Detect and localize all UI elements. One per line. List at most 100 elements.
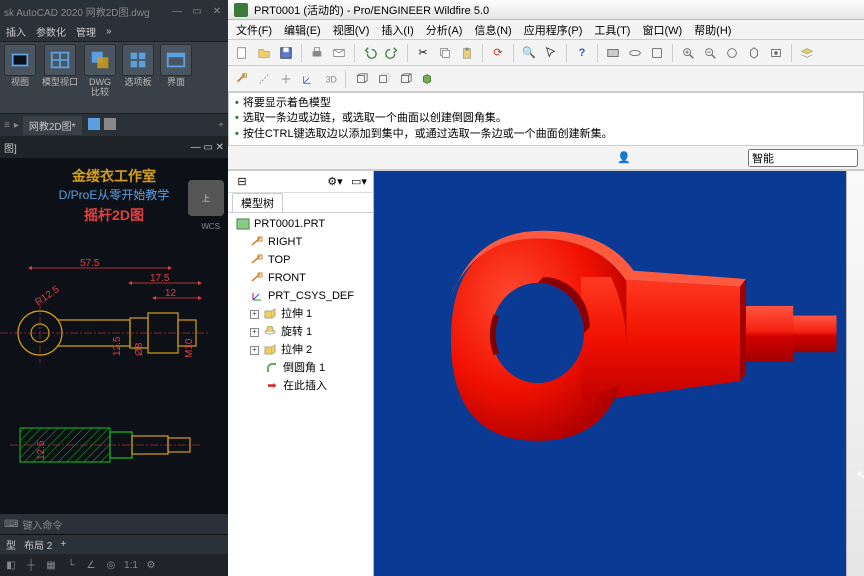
plane-display-icon[interactable] <box>232 69 252 89</box>
layout-tab[interactable]: 型 <box>6 537 16 552</box>
tree-feature[interactable]: + 旋转 1 <box>228 323 373 341</box>
copy-icon[interactable] <box>435 43 455 63</box>
maximize-icon[interactable]: ▭ <box>190 4 204 18</box>
restore-icon[interactable]: ▭ <box>203 142 212 153</box>
minimize-icon[interactable]: — <box>170 4 184 18</box>
doc-tab[interactable]: 网教2D图* <box>23 116 82 135</box>
layers-icon[interactable] <box>797 43 817 63</box>
osnap-icon[interactable]: ◎ <box>104 558 118 572</box>
grid-icon[interactable] <box>104 118 116 130</box>
saved-views-icon[interactable] <box>766 43 786 63</box>
point-display-icon[interactable] <box>276 69 296 89</box>
model-tree[interactable]: PRT0001.PRT RIGHT TOP FRONT PRT_CSYS_DEF <box>228 213 373 397</box>
close-icon[interactable]: ✕ <box>210 4 224 18</box>
tree-csys[interactable]: PRT_CSYS_DEF <box>228 287 373 305</box>
axis-display-icon[interactable] <box>254 69 274 89</box>
gear-icon[interactable]: ⚙ <box>144 558 158 572</box>
tree-datum[interactable]: FRONT <box>228 269 373 287</box>
minimize-icon[interactable]: — <box>191 142 201 153</box>
proe-3d-viewport[interactable]: ↖ <box>374 171 846 576</box>
tree-datum[interactable]: RIGHT <box>228 233 373 251</box>
tree-feature[interactable]: + 拉伸 1 <box>228 305 373 323</box>
selection-filter-input[interactable] <box>748 149 858 167</box>
new-icon[interactable] <box>232 43 252 63</box>
ribbon-group-dwgcompare[interactable]: DWG 比较 <box>82 44 118 98</box>
wireframe-icon[interactable] <box>351 69 371 89</box>
ribbon-group-view[interactable]: 视图 <box>2 44 38 88</box>
refit-icon[interactable] <box>722 43 742 63</box>
menu-analysis[interactable]: 分析(A) <box>422 22 467 38</box>
grid-icon[interactable] <box>88 118 100 130</box>
ribbon-tab[interactable]: 参数化 <box>36 24 66 39</box>
no-hidden-icon[interactable] <box>395 69 415 89</box>
ribbon-group-viewport[interactable]: 模型视口 <box>40 44 80 88</box>
annotation-display-icon[interactable]: 3D <box>320 69 340 89</box>
acad-drawing-canvas[interactable]: 金缕衣工作室 D/ProE从零开始教学 摇杆2D图 上 WCS 57.5 17.… <box>0 158 228 514</box>
menu-view[interactable]: 视图(V) <box>329 22 374 38</box>
tree-show-icon[interactable]: ▭▾ <box>349 172 369 192</box>
tree-datum[interactable]: TOP <box>228 251 373 269</box>
display-style-icon[interactable] <box>603 43 623 63</box>
view-icon[interactable] <box>4 44 36 76</box>
menu-edit[interactable]: 编辑(E) <box>280 22 325 38</box>
expand-icon[interactable]: + <box>250 310 259 319</box>
regenerate-icon[interactable]: ⟳ <box>488 43 508 63</box>
ribbon-tab[interactable]: 插入 <box>6 24 26 39</box>
menu-info[interactable]: 信息(N) <box>470 22 515 38</box>
tree-round[interactable]: 倒圆角 1 <box>228 359 373 377</box>
menu-apps[interactable]: 应用程序(P) <box>520 22 587 38</box>
menu-file[interactable]: 文件(F) <box>232 22 276 38</box>
help-icon[interactable]: ? <box>572 43 592 63</box>
dwg-compare-icon[interactable] <box>84 44 116 76</box>
interface-icon[interactable] <box>160 44 192 76</box>
zoom-in-icon[interactable] <box>678 43 698 63</box>
csys-display-icon[interactable] <box>298 69 318 89</box>
command-line[interactable]: ⌨ 键入命令 <box>0 514 228 534</box>
print-icon[interactable] <box>307 43 327 63</box>
tree-root[interactable]: PRT0001.PRT <box>228 215 373 233</box>
mail-icon[interactable] <box>329 43 349 63</box>
tree-feature[interactable]: + 拉伸 2 <box>228 341 373 359</box>
select-icon[interactable] <box>541 43 561 63</box>
menu-insert[interactable]: 插入(I) <box>377 22 417 38</box>
tree-insert-here[interactable]: ➡ 在此插入 <box>228 377 373 395</box>
ribbon-group-palettes[interactable]: 选项板 <box>120 44 156 88</box>
grid-icon[interactable]: ┼ <box>24 558 38 572</box>
person-icon[interactable]: 👤 <box>614 148 634 168</box>
polar-icon[interactable]: ∠ <box>84 558 98 572</box>
tree-tab-model[interactable]: 模型树 <box>232 193 283 212</box>
plus-icon[interactable]: + <box>218 120 224 131</box>
palettes-icon[interactable] <box>122 44 154 76</box>
orient-icon[interactable] <box>744 43 764 63</box>
undo-icon[interactable] <box>360 43 380 63</box>
cut-icon[interactable]: ✂ <box>413 43 433 63</box>
viewport-icon[interactable] <box>44 44 76 76</box>
ribbon-tab[interactable]: 管理 <box>76 24 96 39</box>
zoom-icon[interactable]: 1:1 <box>124 558 138 572</box>
spin-icon[interactable] <box>625 43 645 63</box>
shaded-icon[interactable] <box>417 69 437 89</box>
hidden-line-icon[interactable] <box>373 69 393 89</box>
menu-tools[interactable]: 工具(T) <box>590 22 634 38</box>
layout-tab[interactable]: 布局 2 <box>24 537 52 552</box>
close-icon[interactable]: ✕ <box>216 142 224 153</box>
redo-icon[interactable] <box>382 43 402 63</box>
view-normal-icon[interactable] <box>647 43 667 63</box>
tree-settings-icon[interactable]: ⚙▾ <box>325 172 345 192</box>
model-space-icon[interactable]: ◧ <box>4 558 18 572</box>
open-icon[interactable] <box>254 43 274 63</box>
snap-icon[interactable]: ▦ <box>44 558 58 572</box>
ribbon-tab-overflow[interactable]: » <box>106 26 112 37</box>
ribbon-group-interface[interactable]: 界面 <box>158 44 194 88</box>
paste-icon[interactable] <box>457 43 477 63</box>
save-icon[interactable] <box>276 43 296 63</box>
expand-icon[interactable]: + <box>250 346 259 355</box>
menu-window[interactable]: 窗口(W) <box>638 22 686 38</box>
menu-help[interactable]: 帮助(H) <box>690 22 735 38</box>
tree-toggle-icon[interactable]: ⊟ <box>232 172 252 192</box>
add-layout-button[interactable]: + <box>60 539 66 550</box>
find-icon[interactable]: 🔍 <box>519 43 539 63</box>
zoom-out-icon[interactable] <box>700 43 720 63</box>
expand-icon[interactable]: + <box>250 328 259 337</box>
ortho-icon[interactable]: └ <box>64 558 78 572</box>
